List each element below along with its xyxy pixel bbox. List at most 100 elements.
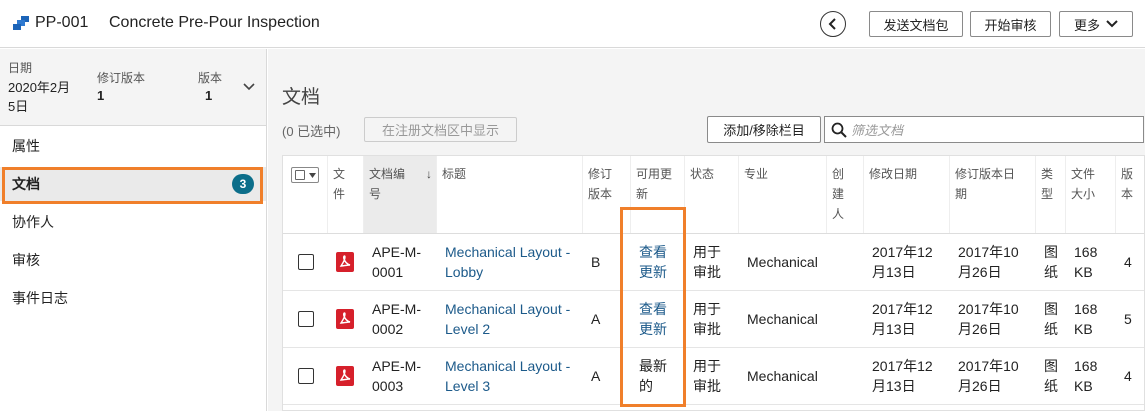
status-cell: 用于 审批 (688, 291, 738, 347)
col-label: 建 (832, 187, 845, 201)
doc-no-cell: APE-M- 0002 (367, 291, 437, 347)
view-updates-link[interactable]: 查看 更新 (634, 234, 684, 290)
view-updates-link[interactable]: 查看 更新 (634, 291, 684, 347)
header: PP-001 Concrete Pre-Pour Inspection 发送文档… (0, 0, 1145, 48)
modified-line: 月13日 (872, 264, 916, 280)
sort-arrow-icon: ↓ (426, 167, 432, 181)
modified-line: 2017年12 (872, 301, 933, 317)
col-label: 期 (955, 187, 968, 201)
sidebar: 日期 2020年2月 5日 修订版本 1 版本 1 属性 文档 3 协作人 审核… (0, 49, 267, 411)
add-remove-columns-button[interactable]: 添加/移除栏目 (707, 116, 821, 143)
updates-line: 查看 (639, 244, 667, 260)
revision-value: 1 (97, 88, 105, 103)
file-cell (331, 348, 361, 404)
revision-cell: A (591, 368, 601, 384)
title-link[interactable]: Mechanical Layout - Lobby (440, 234, 583, 290)
doc-no-line: 0002 (372, 321, 404, 337)
col-creator[interactable]: 创建人 (827, 156, 864, 233)
sidebar-item-collaborators[interactable]: 协作人 (0, 205, 266, 239)
col-revision[interactable]: 修订 版本 (583, 156, 631, 233)
chevron-down-icon (1106, 20, 1118, 28)
col-label: 型 (1041, 187, 1054, 201)
package-meta: 日期 2020年2月 5日 修订版本 1 版本 1 (0, 49, 266, 126)
sidebar-item-label: 属性 (12, 138, 40, 154)
filter-input[interactable] (851, 120, 1136, 140)
sidebar-item-label: 审核 (12, 252, 40, 268)
col-label: 修订 (588, 167, 613, 181)
package-id: PP-001 (35, 14, 89, 31)
size-line: KB (1074, 378, 1093, 394)
show-in-register-button[interactable]: 在注册文档区中显示 (364, 117, 517, 142)
more-button[interactable]: 更多 (1059, 11, 1133, 37)
start-review-button[interactable]: 开始审核 (970, 11, 1051, 37)
modified-line: 月13日 (872, 378, 916, 394)
col-version[interactable]: 版本 (1116, 156, 1144, 233)
rev-date-line: 月26日 (958, 264, 1002, 280)
row-checkbox[interactable] (298, 254, 314, 270)
col-label: 状态 (690, 167, 715, 181)
sidebar-item-properties[interactable]: 属性 (0, 129, 266, 163)
table-row[interactable]: APE-M- 0001 Mechanical Layout - Lobby B 查看… (283, 234, 1144, 291)
pdf-icon[interactable] (336, 366, 354, 386)
updates-line: 最新 (639, 358, 667, 374)
row-checkbox[interactable] (298, 311, 314, 327)
package-title: Concrete Pre-Pour Inspection (109, 14, 320, 31)
col-title[interactable]: 标题 (437, 156, 583, 233)
col-label: 创 (832, 167, 845, 181)
search-icon (831, 122, 847, 138)
pdf-icon[interactable] (336, 252, 354, 272)
date-label: 日期 (8, 61, 33, 75)
col-modified[interactable]: 修改日期 (864, 156, 950, 233)
back-button[interactable] (820, 11, 846, 37)
doc-no-line: 0001 (372, 264, 404, 280)
col-file[interactable]: 文件 (328, 156, 364, 233)
type-line: 纸 (1044, 264, 1058, 280)
sidebar-item-documents[interactable]: 文档 3 (0, 167, 266, 201)
updates-line: 更新 (639, 264, 667, 280)
col-label: 人 (832, 207, 845, 221)
col-label: 版本 (588, 187, 613, 201)
row-checkbox[interactable] (298, 368, 314, 384)
size-line: KB (1074, 321, 1093, 337)
col-rev-date[interactable]: 修订版本日期 (950, 156, 1036, 233)
selected-count: (0 已选中) (282, 124, 341, 139)
sidebar-item-reviews[interactable]: 审核 (0, 243, 266, 277)
chevron-down-icon[interactable] (242, 82, 256, 92)
pdf-icon[interactable] (336, 309, 354, 329)
col-updates[interactable]: 可用更新 (631, 156, 685, 233)
select-all-checkbox[interactable] (291, 167, 319, 183)
section-title: 文档 (282, 87, 321, 108)
table-row[interactable]: APE-M- 0003 Mechanical Layout - Level 3 A … (283, 348, 1144, 405)
col-status[interactable]: 状态 (685, 156, 739, 233)
title-link[interactable]: Mechanical Layout - Level 2 (440, 291, 583, 347)
revision-cell: A (591, 311, 601, 327)
size-cell: 168 KB (1069, 234, 1116, 290)
col-label: 文档编 (369, 167, 406, 181)
sidebar-item-label: 文档 (12, 176, 40, 192)
table-row[interactable]: APE-M- 0002 Mechanical Layout - Level 2 A … (283, 291, 1144, 348)
updates-line: 查看 (639, 301, 667, 317)
type-cell: 图纸 (1039, 291, 1066, 347)
documents-table: 文件 文档编号 ↓ 标题 修订 版本 可用更新 状态 专业 创建人 修改日期 修订版… (282, 155, 1145, 411)
modified-cell: 2017年12 月13日 (867, 291, 950, 347)
col-label: 可用更 (636, 167, 673, 181)
sidebar-item-event-log[interactable]: 事件日志 (0, 281, 266, 315)
title-link[interactable]: Mechanical Layout - Level 3 (440, 348, 583, 404)
discipline-cell: Mechanical (747, 254, 818, 270)
col-label: 新 (636, 187, 649, 201)
col-label: 文件 (1071, 167, 1096, 181)
updates-line: 更新 (639, 321, 667, 337)
send-package-button[interactable]: 发送文档包 (869, 11, 963, 37)
type-line: 图 (1044, 244, 1058, 260)
status-line: 审批 (693, 378, 721, 394)
rev-date-line: 2017年10 (958, 244, 1019, 260)
row-checkbox-cell (293, 234, 323, 290)
col-size[interactable]: 文件 大小 (1066, 156, 1116, 233)
rev-date-line: 月26日 (958, 378, 1002, 394)
more-label: 更多 (1073, 17, 1100, 33)
size-line: KB (1074, 264, 1093, 280)
col-type[interactable]: 类型 (1036, 156, 1066, 233)
col-discipline[interactable]: 专业 (739, 156, 827, 233)
col-doc-no[interactable]: 文档编号 ↓ (364, 156, 437, 233)
filter-box[interactable] (824, 116, 1144, 143)
